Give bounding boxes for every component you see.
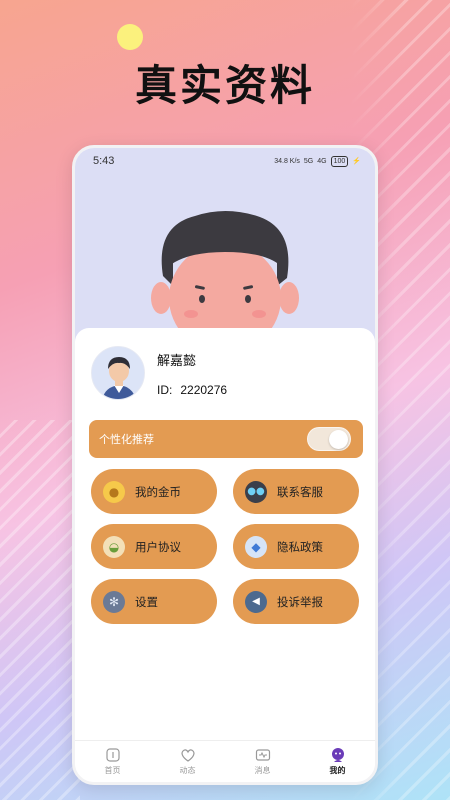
megaphone-icon: ◀ — [245, 590, 267, 613]
network-5g: 5G — [303, 157, 314, 165]
user-id: ID: 2220276 — [157, 383, 235, 397]
settings-button[interactable]: ✻ 设置 — [91, 579, 217, 624]
user-agreement-button[interactable]: ◒ 用户协议 — [91, 524, 217, 569]
phone-frame: 5:43 34.8 K/s 5G 4G 100 ⚡ 解嘉懿 ID: 222027… — [72, 145, 378, 785]
signal-4g: 4G — [317, 157, 327, 165]
report-label: 投诉举报 — [277, 594, 323, 609]
tab-moments-label: 动态 — [179, 766, 196, 775]
heart-icon — [180, 749, 195, 762]
personalized-recommendation-switch[interactable] — [307, 427, 351, 451]
user-id-value: 2220276 — [180, 382, 228, 397]
shield-icon: ◆ — [245, 535, 267, 558]
my-coins-button[interactable]: ● 我的金币 — [91, 469, 217, 514]
user-agreement-label: 用户协议 — [135, 539, 181, 554]
bottom-tab-bar: 首页 动态 消息 我的 — [75, 740, 375, 782]
personalized-recommendation-label: 个性化推荐 — [99, 433, 154, 446]
privacy-policy-label: 隐私政策 — [277, 539, 323, 554]
profile-hero — [75, 148, 375, 348]
network-speed: 34.8 K/s — [274, 157, 300, 165]
settings-label: 设置 — [135, 594, 158, 609]
avatar[interactable] — [91, 346, 145, 400]
status-time: 5:43 — [93, 155, 115, 167]
charging-icon: ⚡ — [352, 158, 361, 165]
menu-grid: ● 我的金币 ●● 联系客服 ◒ 用户协议 ◆ 隐私政策 ✻ 设置 ◀ 投诉举报 — [91, 469, 359, 624]
nickname: 解嘉懿 — [157, 353, 197, 369]
tab-messages-label: 消息 — [254, 766, 271, 775]
tab-mine[interactable]: 我的 — [308, 747, 368, 776]
avatar-image — [92, 347, 144, 399]
my-coins-label: 我的金币 — [135, 484, 181, 499]
profile-header: 解嘉懿 ID: 2220276 — [91, 346, 235, 400]
home-icon — [105, 748, 120, 762]
cartoon-face-illustration — [151, 211, 299, 336]
promo-title: 真实资料 — [134, 61, 315, 110]
switch-knob — [329, 430, 348, 449]
contact-service-button[interactable]: ●● 联系客服 — [233, 469, 359, 514]
report-button[interactable]: ◀ 投诉举报 — [233, 579, 359, 624]
tab-messages[interactable]: 消息 — [233, 747, 293, 776]
background-stripes-left — [0, 420, 80, 800]
profile-card: 解嘉懿 ID: 2220276 个性化推荐 ● 我的金币 ●● 联系客服 ◒ 用… — [75, 328, 375, 740]
privacy-policy-button[interactable]: ◆ 隐私政策 — [233, 524, 359, 569]
message-icon — [255, 749, 270, 761]
personalized-recommendation-row: 个性化推荐 — [89, 420, 363, 458]
gear-icon: ✻ — [103, 590, 125, 613]
tab-home[interactable]: 首页 — [83, 747, 143, 776]
coin-icon: ● — [103, 480, 125, 503]
sun-decoration — [117, 24, 143, 50]
status-indicators: 34.8 K/s 5G 4G 100 ⚡ — [274, 155, 361, 167]
tab-mine-label: 我的 — [329, 766, 346, 775]
contact-service-label: 联系客服 — [277, 484, 323, 499]
battery-icon: 100 — [330, 155, 349, 167]
status-bar: 5:43 34.8 K/s 5G 4G 100 ⚡ — [75, 148, 375, 174]
robot-icon: ●● — [245, 480, 267, 503]
tab-moments[interactable]: 动态 — [158, 747, 218, 776]
tab-home-label: 首页 — [104, 766, 121, 775]
user-id-label: ID: — [157, 382, 173, 397]
profile-icon — [331, 748, 344, 762]
bowl-icon: ◒ — [103, 535, 125, 558]
